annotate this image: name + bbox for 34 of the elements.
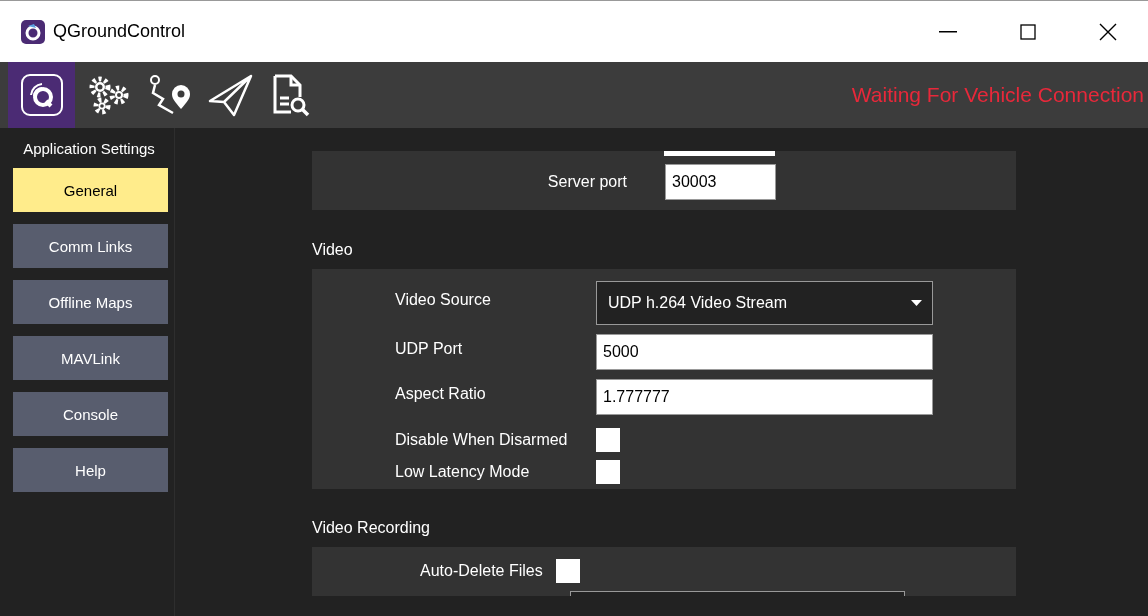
dropdown[interactable]: UDP h.264 Video Stream (596, 281, 933, 325)
paper-plane-icon[interactable] (207, 73, 255, 117)
section-heading: Video Recording (312, 519, 431, 537)
connection-status: Waiting For Vehicle Connection (851, 83, 1144, 107)
field-label: Disable When Disarmed (395, 431, 569, 449)
section-heading: Video (312, 241, 354, 259)
field-label: Aspect Ratio (395, 385, 487, 403)
caret-icon (911, 300, 922, 306)
window-title: QGroundControl (53, 21, 187, 42)
minimize-icon (939, 30, 957, 33)
input-field[interactable]: 1.777777 (596, 379, 933, 415)
maximize-icon (1020, 23, 1036, 40)
input-field[interactable] (664, 151, 775, 156)
app-logo-icon (21, 19, 45, 44)
field-label: Low Latency Mode (395, 463, 531, 481)
checkbox[interactable] (555, 559, 580, 583)
sidebar-item[interactable]: MAVLink (13, 336, 168, 380)
route-icon[interactable] (147, 73, 193, 117)
checkbox[interactable] (596, 428, 620, 452)
sidebar-item[interactable]: Offline Maps (13, 280, 168, 324)
sidebar-item[interactable]: General (13, 168, 168, 212)
sidebar-item[interactable]: Help (13, 448, 168, 492)
home-button[interactable] (8, 62, 75, 128)
field-label: Video Source (395, 291, 492, 309)
sidebar-item[interactable]: Comm Links (13, 224, 168, 268)
field-label: Auto-Delete Files (420, 562, 543, 580)
sidebar-item[interactable]: Console (13, 392, 168, 436)
close-icon (1099, 22, 1117, 41)
sidebar-heading: Application Settings (23, 140, 155, 157)
checkbox[interactable] (596, 460, 620, 484)
input-field[interactable]: 5000 (596, 334, 933, 370)
field-label: UDP Port (395, 340, 464, 358)
field-label: Server port (547, 173, 627, 191)
input-field[interactable]: 30003 (665, 164, 776, 200)
